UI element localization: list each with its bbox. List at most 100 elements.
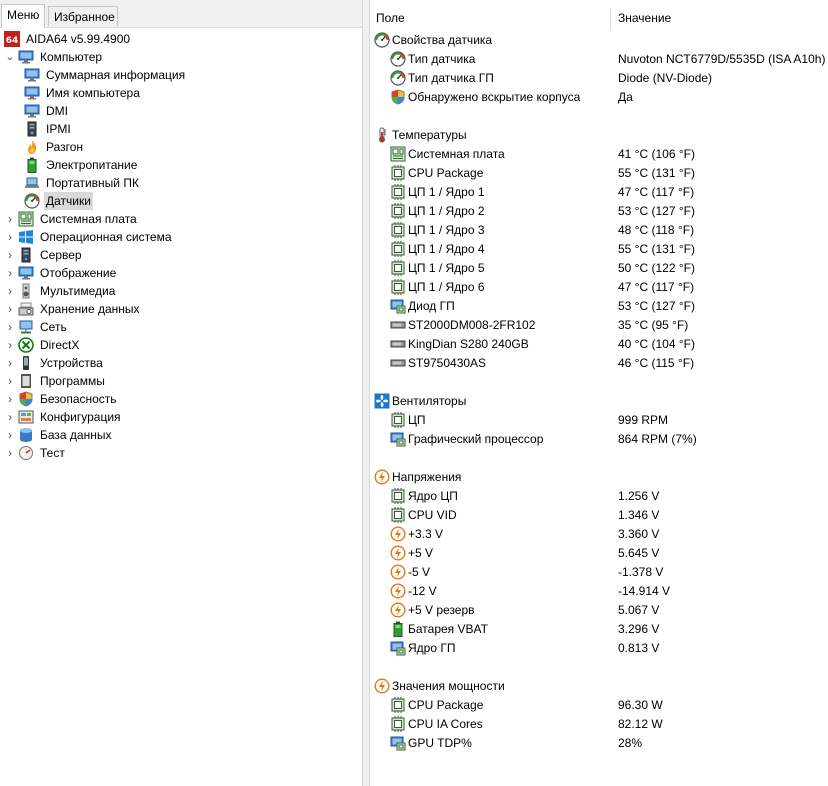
sensor-row[interactable]: Батарея VBAT 3.296 V [370, 620, 828, 639]
tree-node[interactable]: › Отображение [4, 264, 118, 282]
sensor-row[interactable]: Обнаружено вскрытие корпуса Да [370, 88, 828, 107]
expand-chevron-icon[interactable]: › [4, 228, 16, 246]
tree-node[interactable]: Портативный ПК [24, 174, 141, 192]
tree-node-label: Безопасность [40, 392, 117, 406]
sensor-row[interactable]: CPU VID 1.346 V [370, 506, 828, 525]
tree-node-label: Сервер [40, 248, 82, 262]
tree-node[interactable]: › Хранение данных [4, 300, 142, 318]
tree-node[interactable]: › Системная плата [4, 210, 139, 228]
sensor-row[interactable]: ЦП 1 / Ядро 3 48 °C (118 °F) [370, 221, 828, 240]
tree-node[interactable]: › Мультимедиа [4, 282, 117, 300]
sensor-row[interactable]: ST2000DM008-2FR102 35 °C (95 °F) [370, 316, 828, 335]
hard-drive-icon [390, 317, 406, 333]
section-header[interactable]: Температуры [370, 126, 828, 145]
tree-node[interactable]: › Сеть [4, 318, 69, 336]
tree-node-label: DMI [46, 104, 68, 118]
sensor-value: 48 °C (118 °F) [618, 223, 695, 237]
benchmark-icon [18, 445, 34, 461]
device-icon [18, 355, 34, 371]
windows-logo-icon [18, 229, 34, 245]
tree-node[interactable]: Разгон [24, 138, 85, 156]
tree-node[interactable]: DMI [24, 102, 70, 120]
expand-chevron-icon[interactable]: › [4, 264, 16, 282]
tree-node[interactable]: › Тест [4, 444, 67, 462]
tree-node-label: Имя компьютера [46, 86, 140, 100]
sensor-row[interactable]: -12 V -14.914 V [370, 582, 828, 601]
sensor-row[interactable]: Диод ГП 53 °C (127 °F) [370, 297, 828, 316]
sensor-row[interactable]: KingDian S280 240GB 40 °C (104 °F) [370, 335, 828, 354]
expand-chevron-icon[interactable]: › [4, 426, 16, 444]
sensor-row[interactable]: CPU Package 96.30 W [370, 696, 828, 715]
tree-node[interactable]: › Устройства [4, 354, 105, 372]
sensor-row[interactable]: ЦП 1 / Ядро 2 53 °C (127 °F) [370, 202, 828, 221]
section-header[interactable]: Свойства датчика [370, 31, 828, 50]
sensor-value: 1.256 V [618, 489, 660, 503]
sensor-row[interactable]: Ядро ГП 0.813 V [370, 639, 828, 658]
sensor-row[interactable]: ЦП 1 / Ядро 5 50 °C (122 °F) [370, 259, 828, 278]
expand-chevron-icon[interactable]: › [4, 282, 16, 300]
tree-node[interactable]: › Сервер [4, 246, 84, 264]
sensor-value: 1.346 V [618, 508, 660, 522]
section-title: Значения мощности [392, 679, 505, 693]
expand-chevron-icon[interactable]: › [4, 336, 16, 354]
sensor-row[interactable]: +5 V 5.645 V [370, 544, 828, 563]
sensor-row[interactable]: +5 V резерв 5.067 V [370, 601, 828, 620]
expand-chevron-icon[interactable]: › [4, 444, 16, 462]
sensor-row[interactable]: Тип датчика ГП Diode (NV-Diode) [370, 69, 828, 88]
sensor-row[interactable]: Системная плата 41 °C (106 °F) [370, 145, 828, 164]
tree-node[interactable]: › Операционная система [4, 228, 174, 246]
voltage-icon [390, 526, 406, 542]
tree-node[interactable]: › База данных [4, 426, 113, 444]
battery-icon [390, 621, 406, 637]
expand-chevron-icon[interactable]: › [4, 408, 16, 426]
tree-node[interactable]: 64 AIDA64 v5.99.4900 [4, 30, 132, 48]
sensor-row[interactable]: GPU TDP% 28% [370, 734, 828, 753]
expand-chevron-icon[interactable]: › [4, 246, 16, 264]
tree-node[interactable]: › Программы [4, 372, 107, 390]
sensor-row[interactable]: Графический процессор 864 RPM (7%) [370, 430, 828, 449]
tree-node[interactable]: IPMI [24, 120, 73, 138]
sensor-field: GPU TDP% [408, 736, 472, 750]
sensor-row[interactable]: ЦП 1 / Ядро 1 47 °C (117 °F) [370, 183, 828, 202]
tab-favorites[interactable]: Избранное [48, 6, 118, 26]
sensor-row[interactable]: ЦП 999 RPM [370, 411, 828, 430]
tree-node[interactable]: › Конфигурация [4, 408, 123, 426]
column-divider[interactable] [610, 8, 611, 29]
tree-node[interactable]: ⌄ Компьютер [4, 48, 104, 66]
sensor-row[interactable]: CPU IA Cores 82.12 W [370, 715, 828, 734]
tree-node[interactable]: › Безопасность [4, 390, 119, 408]
tree-node[interactable]: Датчики [24, 192, 93, 210]
column-header-field[interactable]: Поле [376, 8, 405, 29]
pane-splitter[interactable] [363, 0, 370, 786]
expand-chevron-icon[interactable]: › [4, 210, 16, 228]
sensor-row[interactable]: +3.3 V 3.360 V [370, 525, 828, 544]
sensor-row[interactable]: Тип датчика Nuvoton NCT6779D/5535D (ISA A… [370, 50, 828, 69]
collapse-chevron-icon[interactable]: ⌄ [4, 48, 16, 66]
gauge-icon [374, 32, 390, 48]
sensor-row[interactable]: ЦП 1 / Ядро 4 55 °C (131 °F) [370, 240, 828, 259]
expand-chevron-icon[interactable]: › [4, 390, 16, 408]
sensor-list-view: Поле Значение Свойства датчика Тип датчик… [370, 0, 828, 786]
sensor-row[interactable]: Ядро ЦП 1.256 V [370, 487, 828, 506]
section-header[interactable]: Вентиляторы [370, 392, 828, 411]
section-header[interactable]: Значения мощности [370, 677, 828, 696]
expand-chevron-icon[interactable]: › [4, 372, 16, 390]
expand-chevron-icon[interactable]: › [4, 318, 16, 336]
tree-node[interactable]: Имя компьютера [24, 84, 142, 102]
column-header-value[interactable]: Значение [618, 8, 671, 29]
tree-node[interactable]: Электропитание [24, 156, 139, 174]
sensor-row[interactable]: -5 V -1.378 V [370, 563, 828, 582]
tree-node[interactable]: › DirectX [4, 336, 81, 354]
tree-node-label: DirectX [40, 338, 80, 352]
expand-chevron-icon[interactable]: › [4, 354, 16, 372]
section-header[interactable]: Напряжения [370, 468, 828, 487]
tab-menu[interactable]: Меню [1, 4, 45, 28]
tree-node[interactable]: Суммарная информация [24, 66, 187, 84]
sensor-row[interactable]: CPU Package 55 °C (131 °F) [370, 164, 828, 183]
speaker-icon [18, 283, 34, 299]
sensor-row[interactable]: ЦП 1 / Ядро 6 47 °C (117 °F) [370, 278, 828, 297]
sensor-row[interactable]: ST9750430AS 46 °C (115 °F) [370, 354, 828, 373]
monitor-icon [18, 265, 34, 281]
sensor-field: Батарея VBAT [408, 622, 488, 636]
expand-chevron-icon[interactable]: › [4, 300, 16, 318]
